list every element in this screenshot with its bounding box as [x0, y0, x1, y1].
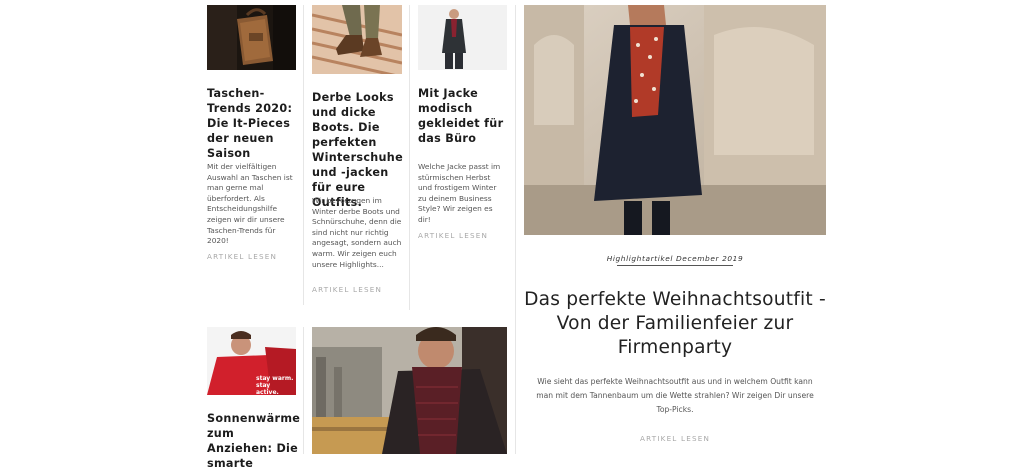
- highlight-label: Highlightartikel December 2019: [606, 254, 744, 263]
- article-image-red-jacket[interactable]: stay warm. stay active.: [207, 327, 296, 395]
- column-divider: [303, 327, 304, 454]
- read-article-link[interactable]: ARTIKEL LESEN: [524, 434, 826, 443]
- read-article-link[interactable]: ARTIKEL LESEN: [418, 231, 488, 240]
- article-title[interactable]: Mit Jacke modisch gekleidet für das Büro: [418, 86, 510, 146]
- read-article-link[interactable]: ARTIKEL LESEN: [312, 285, 382, 294]
- article-image-boots[interactable]: [312, 5, 402, 74]
- column-divider: [409, 5, 410, 310]
- image-caption-text: stay warm. stay active.: [256, 375, 294, 395]
- article-teaser: Mit der vielfältigen Auswahl an Taschen …: [207, 162, 293, 246]
- highlight-article-image[interactable]: [524, 5, 826, 235]
- article-image-bags[interactable]: [207, 5, 296, 70]
- column-divider: [515, 5, 516, 454]
- article-title[interactable]: Sonnenwärme zum Anziehen: Die smarte: [207, 411, 300, 471]
- article-image-scarf[interactable]: [312, 327, 507, 454]
- highlight-title[interactable]: Das perfekte Weihnachtsoutfit - Von der …: [524, 288, 826, 360]
- article-image-jacket[interactable]: [418, 5, 507, 70]
- article-title[interactable]: Taschen-Trends 2020: Die It-Pieces der n…: [207, 86, 299, 161]
- highlight-teaser: Wie sieht das perfekte Weihnachtsoutfit …: [536, 377, 814, 414]
- article-teaser: Welche Jacke passt im stürmischen Herbst…: [418, 162, 501, 224]
- highlight-label-underline: [617, 265, 733, 266]
- article-teaser: Wir bevorzugen im Winter derbe Boots und…: [312, 196, 402, 269]
- read-article-link[interactable]: ARTIKEL LESEN: [207, 252, 277, 261]
- article-title[interactable]: Derbe Looks und dicke Boots. Die perfekt…: [312, 90, 407, 210]
- column-divider: [303, 5, 304, 305]
